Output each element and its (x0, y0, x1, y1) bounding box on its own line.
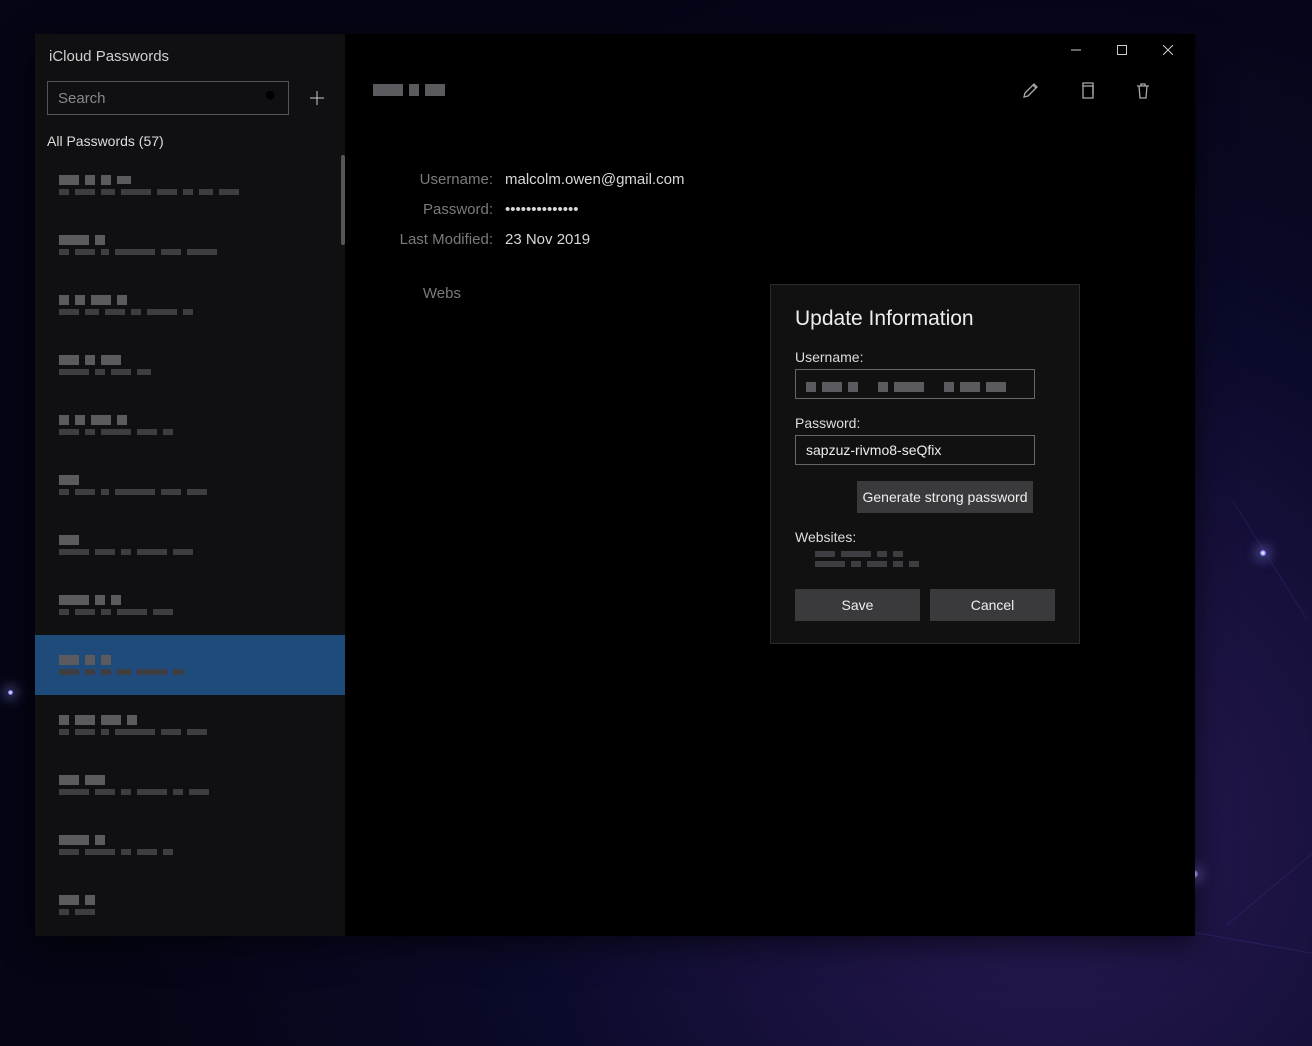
update-modal: Update Information Username: Password: G… (770, 284, 1080, 644)
generate-password-button[interactable]: Generate strong password (857, 481, 1033, 513)
sidebar: iCloud Passwords All Passwords (57) (35, 34, 345, 936)
list-item[interactable] (35, 755, 345, 815)
entry-title (373, 84, 445, 96)
list-item[interactable] (35, 815, 345, 875)
modal-password-input[interactable] (795, 435, 1035, 465)
maximize-button[interactable] (1099, 34, 1145, 66)
modal-website-entry (815, 551, 1055, 567)
modal-username-label: Username: (795, 349, 1055, 365)
app-window: iCloud Passwords All Passwords (57) (35, 34, 1195, 936)
password-value: •••••••••••••• (505, 201, 579, 218)
titlebar (345, 34, 1195, 66)
list-item[interactable] (35, 275, 345, 335)
search-input[interactable] (58, 90, 264, 107)
password-label: Password: (385, 201, 505, 218)
search-icon (264, 89, 278, 108)
list-item[interactable] (35, 695, 345, 755)
edit-icon[interactable] (1019, 78, 1043, 102)
list-item[interactable] (35, 515, 345, 575)
section-label: All Passwords (57) (35, 123, 345, 155)
list-item[interactable] (35, 395, 345, 455)
close-button[interactable] (1145, 34, 1191, 66)
modal-password-label: Password: (795, 415, 1055, 431)
minimize-button[interactable] (1053, 34, 1099, 66)
list-item[interactable] (35, 335, 345, 395)
list-item[interactable] (35, 455, 345, 515)
search-box[interactable] (47, 81, 289, 115)
list-item-selected[interactable] (35, 635, 345, 695)
list-item[interactable] (35, 155, 345, 215)
list-item[interactable] (35, 215, 345, 275)
password-list (35, 155, 345, 936)
modal-websites-label: Websites: (795, 529, 1055, 545)
websites-label-partial: Webs (385, 285, 473, 302)
copy-icon[interactable] (1075, 78, 1099, 102)
delete-icon[interactable] (1131, 78, 1155, 102)
add-button[interactable] (301, 82, 333, 114)
username-label: Username: (385, 171, 505, 188)
cancel-button[interactable]: Cancel (930, 589, 1055, 621)
app-title: iCloud Passwords (35, 34, 345, 73)
list-item[interactable] (35, 575, 345, 635)
modified-label: Last Modified: (385, 231, 505, 248)
save-button[interactable]: Save (795, 589, 920, 621)
username-value: malcolm.owen@gmail.com (505, 171, 684, 188)
list-item[interactable] (35, 875, 345, 935)
modal-username-input[interactable] (795, 369, 1035, 399)
modal-title: Update Information (795, 307, 1055, 331)
detail-pane: Username: malcolm.owen@gmail.com Passwor… (345, 34, 1195, 936)
modified-value: 23 Nov 2019 (505, 231, 590, 248)
